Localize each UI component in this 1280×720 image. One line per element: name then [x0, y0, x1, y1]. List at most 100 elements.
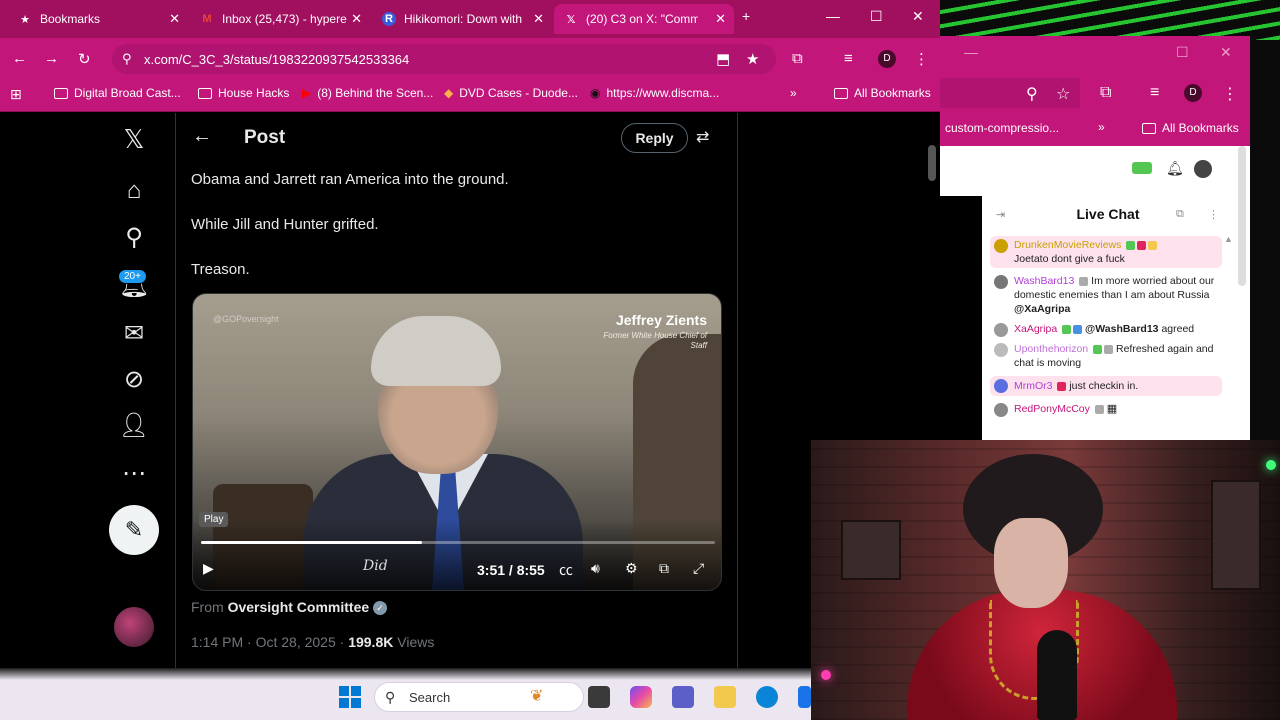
media-icon[interactable]: ≡ — [1150, 84, 1159, 102]
all-bookmarks[interactable]: All Bookmarks — [1142, 121, 1239, 135]
menu-icon[interactable]: ⋮ — [914, 50, 929, 68]
reply-button[interactable]: Reply — [621, 123, 688, 153]
post-timestamp[interactable]: 1:14 PM · Oct 28, 2025 — [191, 634, 336, 650]
play-icon[interactable]: ▶ — [203, 560, 214, 577]
profile-avatar[interactable]: D — [878, 50, 896, 68]
second-window-bookmarks-bar: custom-compressio... » All Bookmarks — [940, 112, 1250, 146]
tab-search-icon[interactable]: ⧉ — [792, 50, 803, 67]
edge-icon[interactable] — [756, 686, 778, 708]
media-icon[interactable]: ≡ — [844, 50, 853, 67]
popout-icon[interactable]: ⧉ — [1176, 208, 1184, 221]
settings-gear-icon[interactable]: ⚙ — [625, 560, 638, 577]
close-tab-icon[interactable]: ✕ — [169, 11, 180, 27]
captions-icon[interactable]: ㏄ — [559, 560, 573, 580]
home-icon[interactable]: ⌂ — [116, 173, 152, 209]
post-text-line: Obama and Jarrett ran America into the g… — [191, 171, 509, 188]
profile-avatar[interactable]: D — [1184, 84, 1202, 102]
close-tab-icon[interactable]: ✕ — [533, 11, 544, 27]
file-explorer-icon[interactable] — [714, 686, 736, 708]
apps-grid-icon[interactable]: ⊞ — [10, 86, 22, 103]
pip-icon[interactable]: ⧉ — [659, 560, 669, 577]
start-button-icon[interactable] — [339, 686, 361, 708]
bookmark-label: Digital Broad Cast... — [74, 86, 181, 100]
messages-icon[interactable]: ✉ — [116, 315, 152, 351]
tab-x-post[interactable]: 𝕏 (20) C3 on X: "Commu ✕ — [554, 4, 734, 34]
grok-icon[interactable]: ⊘ — [116, 361, 152, 397]
maximize-icon[interactable]: ☐ — [870, 8, 883, 25]
store-icon[interactable] — [798, 686, 811, 708]
tab-hikikomori[interactable]: R Hikikomori: Down with ✕ — [372, 4, 552, 34]
tab-bookmarks[interactable]: ★ Bookmarks ✕ — [8, 4, 188, 34]
back-icon[interactable]: ← — [12, 50, 27, 67]
chat-username[interactable]: DrunkenMovieReviews — [1014, 239, 1121, 251]
tab-search-icon[interactable]: ⧉ — [1100, 84, 1111, 102]
chat-username[interactable]: MrmOr3 — [1014, 380, 1053, 392]
install-icon[interactable]: ⬒ — [716, 50, 730, 68]
user-avatar — [994, 323, 1008, 337]
notifications-icon[interactable]: 🔔︎ — [1166, 160, 1184, 177]
folder-icon — [54, 87, 68, 99]
source-account-link[interactable]: Oversight Committee — [228, 599, 370, 615]
close-tab-icon[interactable]: ✕ — [351, 11, 362, 27]
volume-icon[interactable]: 🔊︎ — [591, 560, 600, 577]
chat-username[interactable]: WashBard13 — [1014, 275, 1074, 287]
forward-icon[interactable]: → — [44, 50, 59, 67]
go-live-icon[interactable] — [1132, 162, 1152, 174]
source-line: From Oversight Committee ✓ — [191, 599, 388, 616]
maximize-icon[interactable]: ☐ — [1176, 44, 1189, 61]
video-player[interactable]: @GOPoversight Jeffrey Zients Former Whit… — [192, 293, 722, 591]
neon-light — [1266, 460, 1276, 470]
account-avatar[interactable] — [114, 607, 154, 647]
taskbar-search[interactable]: ⚲ Search — [374, 682, 584, 712]
fullscreen-icon[interactable]: ⤢ — [693, 560, 704, 577]
user-avatar — [994, 343, 1008, 357]
profile-icon[interactable]: 👤︎ — [116, 407, 152, 443]
all-bookmarks[interactable]: All Bookmarks — [834, 86, 931, 100]
bookmark-item[interactable]: ◉ https://www.discma... — [590, 86, 719, 100]
x-logo-icon[interactable]: 𝕏 — [116, 121, 152, 157]
bookmark-item[interactable]: ◆ DVD Cases - Duode... — [444, 86, 578, 100]
user-avatar[interactable] — [1194, 160, 1212, 178]
teams-icon[interactable] — [672, 686, 694, 708]
close-window-icon[interactable]: ✕ — [912, 8, 924, 25]
badge-icon — [1073, 324, 1083, 334]
bookmark-star-icon[interactable]: ☆ — [1056, 84, 1070, 104]
filter-icon[interactable]: ⇄ — [696, 127, 709, 147]
video-progress-bar[interactable] — [201, 541, 715, 544]
chat-username[interactable]: Uponthehorizon — [1014, 343, 1088, 355]
copilot-icon[interactable] — [630, 686, 652, 708]
close-window-icon[interactable]: ✕ — [1220, 44, 1232, 61]
chat-username[interactable]: RedPonyMcCoy — [1014, 403, 1090, 415]
bookmark-item[interactable]: Digital Broad Cast... — [54, 86, 181, 100]
video-time: 3:51 / 8:55 — [477, 562, 545, 578]
search-icon[interactable]: ⚲ — [1026, 84, 1038, 104]
more-bookmarks-icon[interactable]: » — [790, 86, 797, 100]
youtube-icon: ▶ — [302, 86, 312, 100]
more-bookmarks-icon[interactable]: » — [1098, 120, 1105, 134]
site-info-icon[interactable]: ⚲ — [122, 51, 132, 67]
scrollbar-thumb[interactable] — [928, 145, 936, 181]
x-page: 𝕏 ⌂ ⚲ 🔔︎ 20+ ✉ ⊘ 👤︎ ⋯ ✎ ← Post Reply ⇄ O… — [0, 113, 940, 668]
close-tab-icon[interactable]: ✕ — [715, 11, 726, 27]
chat-username[interactable]: XaAgripa — [1014, 323, 1057, 335]
search-icon: ⚲ — [385, 689, 396, 705]
more-icon[interactable]: ⋯ — [116, 455, 152, 491]
back-arrow-icon[interactable]: ← — [192, 125, 212, 148]
chat-menu-icon[interactable]: ⋮ — [1208, 208, 1219, 221]
minimize-icon[interactable]: — — [964, 44, 978, 60]
bookmark-star-icon[interactable]: ★ — [746, 50, 759, 68]
address-bar[interactable]: ⚲ x.com/C_3C_3/status/198322093754253336… — [112, 44, 776, 74]
menu-icon[interactable]: ⋮ — [1222, 84, 1238, 104]
minimize-icon[interactable]: — — [826, 8, 840, 24]
scroll-up-icon[interactable]: ▲ — [1224, 234, 1233, 244]
bookmark-item[interactable]: ▶ (8) Behind the Scen... — [302, 86, 433, 100]
scrollbar-thumb[interactable] — [1238, 146, 1246, 286]
bookmark-item[interactable]: House Hacks — [198, 86, 289, 100]
search-icon[interactable]: ⚲ — [116, 219, 152, 255]
bookmark-item[interactable]: custom-compressio... — [945, 121, 1059, 135]
reload-icon[interactable]: ↻ — [78, 50, 91, 68]
new-tab-icon[interactable]: + — [742, 8, 750, 24]
task-view-icon[interactable] — [588, 686, 610, 708]
tab-gmail[interactable]: M Inbox (25,473) - hypere ✕ — [190, 4, 370, 34]
compose-post-button[interactable]: ✎ — [109, 505, 159, 555]
